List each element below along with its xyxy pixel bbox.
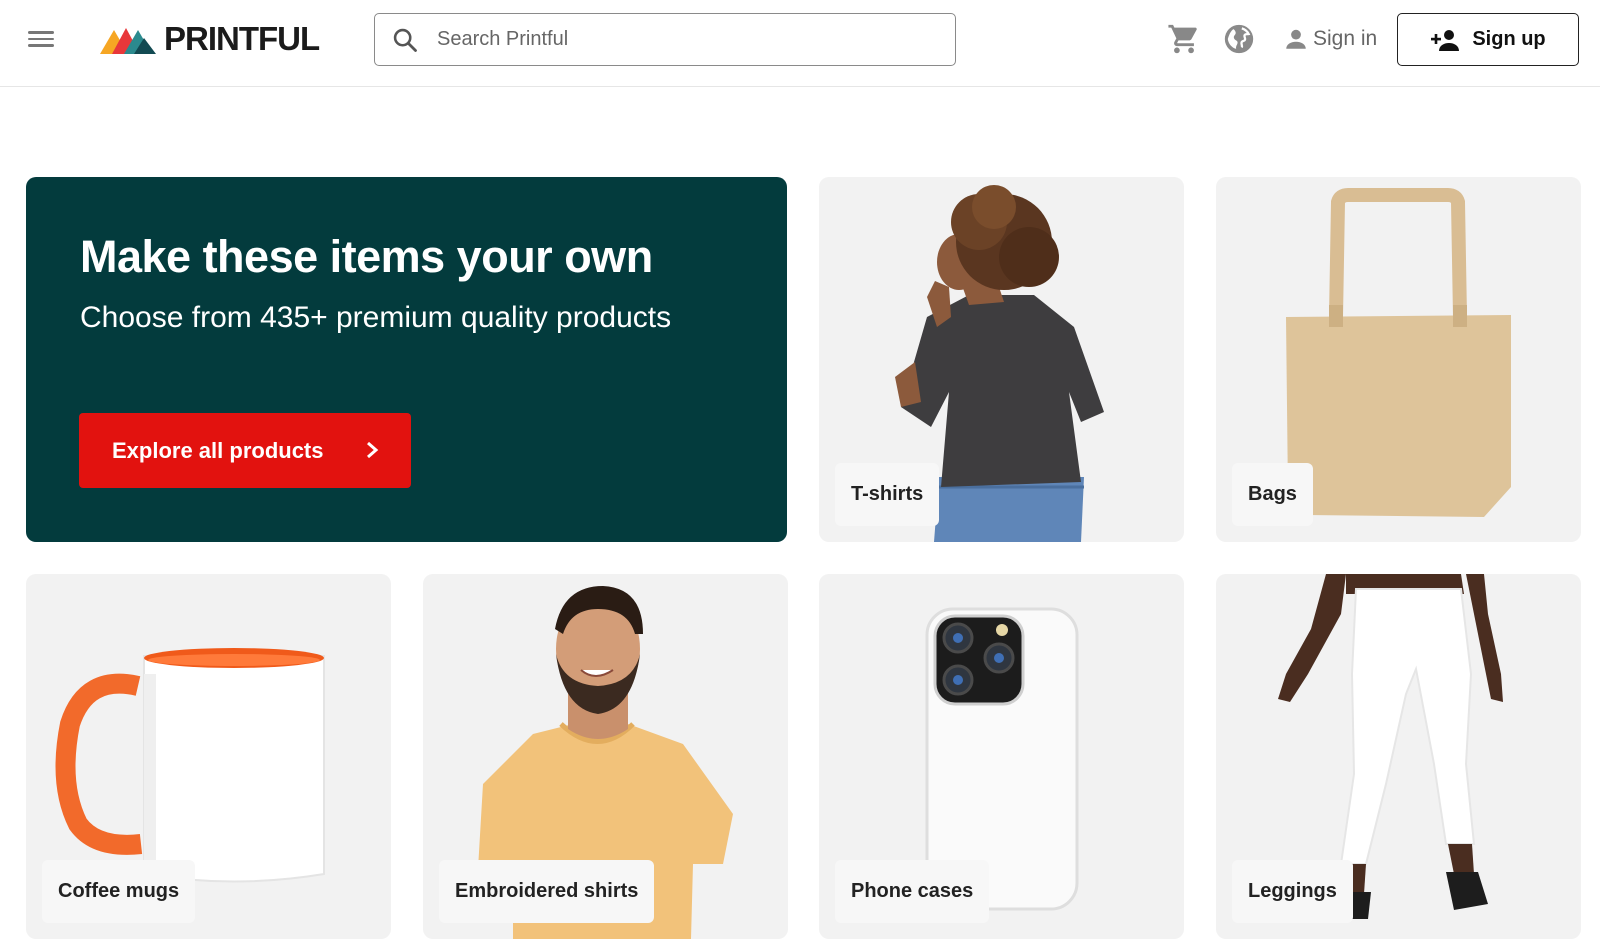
chevron-right-icon [367,441,379,459]
category-label: Embroidered shirts [439,860,655,923]
logo[interactable]: PRINTFUL [100,20,320,57]
globe-icon[interactable] [1222,22,1256,56]
search-input[interactable] [437,28,917,51]
category-tile-bags[interactable]: Bags [1216,177,1581,542]
category-tile-embroidered-shirts[interactable]: Embroidered shirts [423,574,788,939]
logo-mark-icon [100,28,156,54]
sign-up-label: Sign up [1472,28,1546,50]
category-label: Leggings [1232,860,1353,923]
hero-title: Make these items your own [80,231,653,282]
menu-icon[interactable] [28,28,56,52]
category-label: Phone cases [835,860,990,923]
explore-button-label: Explore all products [112,437,324,463]
add-user-icon [1431,29,1460,51]
category-tile-coffee-mugs[interactable]: Coffee mugs [26,574,391,939]
hero-subtitle: Choose from 435+ premium quality product… [80,301,672,334]
user-icon [1286,29,1306,49]
hero-banner: Make these items your own Choose from 43… [26,177,787,542]
sign-in-link[interactable]: Sign in [1283,22,1377,56]
logo-text: PRINTFUL [164,20,320,57]
sign-up-button[interactable]: Sign up [1397,13,1579,66]
category-tile-phone-cases[interactable]: Phone cases [819,574,1184,939]
category-label: T-shirts [835,463,940,526]
site-header: PRINTFUL Sign in S [0,0,1600,87]
category-label: Bags [1232,463,1313,526]
category-tile-leggings[interactable]: Leggings [1216,574,1581,939]
cart-icon[interactable] [1167,22,1201,56]
search-bar[interactable] [374,13,956,66]
explore-all-products-button[interactable]: Explore all products [79,413,411,488]
search-icon [393,28,417,52]
sign-in-label: Sign in [1313,27,1378,50]
category-tile-tshirts[interactable]: T-shirts [819,177,1184,542]
category-label: Coffee mugs [42,860,196,923]
